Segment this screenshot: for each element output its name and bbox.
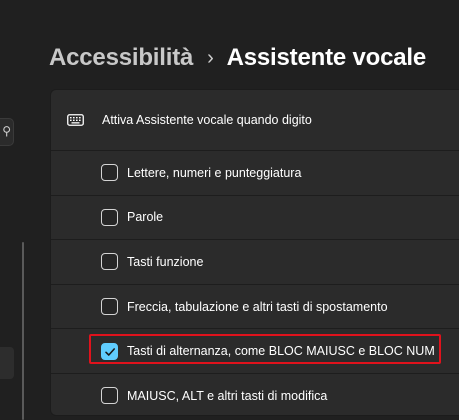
option-label: MAIUSC, ALT e altri tasti di modifica [127, 388, 328, 403]
nav-scrollbar[interactable] [22, 242, 24, 420]
checkmark-icon [105, 347, 115, 356]
option-row-modifier-keys[interactable]: MAIUSC, ALT e altri tasti di modifica [51, 374, 459, 415]
chevron-right-icon: › [207, 46, 214, 69]
option-label: Freccia, tabulazione e altri tasti di sp… [127, 299, 388, 314]
option-row-letters[interactable]: Lettere, numeri e punteggiatura [51, 151, 459, 196]
search-box-edge[interactable]: ⚲ [0, 118, 14, 146]
option-row-toggle-keys[interactable]: Tasti di alternanza, come BLOC MAIUSC e … [51, 329, 459, 374]
breadcrumb: Accessibilità › Assistente vocale [49, 44, 426, 72]
breadcrumb-parent-link[interactable]: Accessibilità [49, 44, 193, 72]
option-label: Lettere, numeri e punteggiatura [127, 165, 302, 180]
checkbox[interactable] [101, 208, 118, 226]
keyboard-icon [67, 113, 84, 127]
typing-options-card: Attiva Assistente vocale quando digito L… [50, 89, 459, 416]
checkbox[interactable] [101, 387, 118, 405]
option-row-words[interactable]: Parole [51, 196, 459, 241]
checkbox[interactable] [101, 253, 118, 271]
option-label: Tasti di alternanza, come BLOC MAIUSC e … [127, 344, 435, 359]
card-header: Attiva Assistente vocale quando digito [51, 90, 459, 151]
option-row-function-keys[interactable]: Tasti funzione [51, 240, 459, 285]
page-title: Assistente vocale [226, 44, 427, 71]
settings-window: ⚲ Accessibilità › Assistente vocale Atti… [0, 0, 459, 420]
selected-nav-item-edge[interactable] [0, 347, 14, 379]
left-navigation-pane: ⚲ [0, 0, 16, 420]
option-label: Parole [127, 210, 164, 225]
checkbox[interactable] [101, 164, 118, 182]
checkbox-checked[interactable] [101, 342, 118, 360]
card-header-label: Attiva Assistente vocale quando digito [102, 113, 312, 127]
search-icon: ⚲ [2, 124, 11, 138]
checkbox[interactable] [101, 298, 118, 316]
option-row-navigation-keys[interactable]: Freccia, tabulazione e altri tasti di sp… [51, 285, 459, 330]
option-label: Tasti funzione [127, 254, 204, 269]
